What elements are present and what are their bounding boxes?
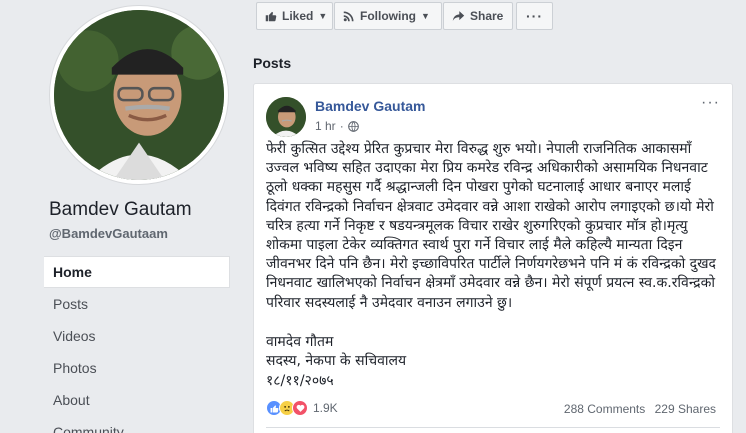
posts-heading: Posts [253, 55, 292, 71]
chevron-down-icon: ▼ [318, 11, 328, 21]
page-nav: Home Posts Videos Photos About Community [44, 256, 230, 433]
post-timestamp[interactable]: 1 hr [315, 119, 336, 133]
left-column: Bamdev Gautam @BamdevGautaam Home Posts … [0, 0, 243, 433]
post-date: १८/११/२०७५ [266, 373, 334, 389]
post-body-paragraph: फेरी कुत्सित उद्देश्य प्रेरित कुप्रचार म… [266, 141, 716, 311]
nav-item-about[interactable]: About [44, 384, 230, 416]
comments-count-link[interactable]: 288 Comments [564, 402, 645, 416]
share-label: Share [470, 9, 504, 23]
nav-item-home[interactable]: Home [44, 256, 230, 288]
post-stats: 288 Comments 229 Shares [558, 402, 716, 416]
avatar [54, 10, 224, 180]
post-author-avatar[interactable] [266, 97, 306, 137]
share-button[interactable]: Share [443, 2, 513, 30]
profile-handle[interactable]: @BamdevGautaam [49, 226, 168, 241]
reaction-count: 1.9K [313, 401, 338, 415]
post-signature: वामदेव गौतम [266, 334, 334, 350]
post-text: फेरी कुत्सित उद्देश्य प्रेरित कुप्रचार म… [266, 140, 726, 313]
profile-name[interactable]: Bamdev Gautam [49, 199, 192, 221]
portrait-illustration [54, 10, 224, 180]
nav-item-photos[interactable]: Photos [44, 352, 230, 384]
liked-button[interactable]: Liked ▼ [256, 2, 333, 30]
liked-label: Liked [282, 9, 314, 23]
post-card: Bamdev Gautam 1 hr · ··· फेरी कुत्सित उद… [253, 83, 733, 433]
post-author-name[interactable]: Bamdev Gautam [315, 98, 425, 114]
rss-feed-icon [343, 10, 355, 22]
divider [266, 427, 720, 428]
thumbs-up-icon [265, 10, 277, 22]
portrait-illustration [266, 97, 306, 137]
love-reaction-icon [292, 400, 308, 416]
nav-item-videos[interactable]: Videos [44, 320, 230, 352]
following-label: Following [360, 9, 416, 23]
chevron-down-icon: ▼ [421, 11, 430, 21]
profile-picture[interactable] [50, 6, 228, 184]
post-options-icon[interactable]: ··· [701, 94, 720, 112]
shares-count-link[interactable]: 229 Shares [655, 402, 716, 416]
share-arrow-icon [452, 10, 465, 22]
more-options-button[interactable]: ··· [516, 2, 553, 30]
nav-item-community[interactable]: Community [44, 416, 230, 433]
nav-item-posts[interactable]: Posts [44, 288, 230, 320]
reaction-summary[interactable]: 1.9K [266, 400, 338, 416]
following-button[interactable]: Following ▼ [334, 2, 442, 30]
post-meta: 1 hr · [315, 119, 359, 133]
post-designation: सदस्य, नेकपा के सचिवालय [266, 353, 407, 369]
globe-icon[interactable] [347, 120, 359, 132]
